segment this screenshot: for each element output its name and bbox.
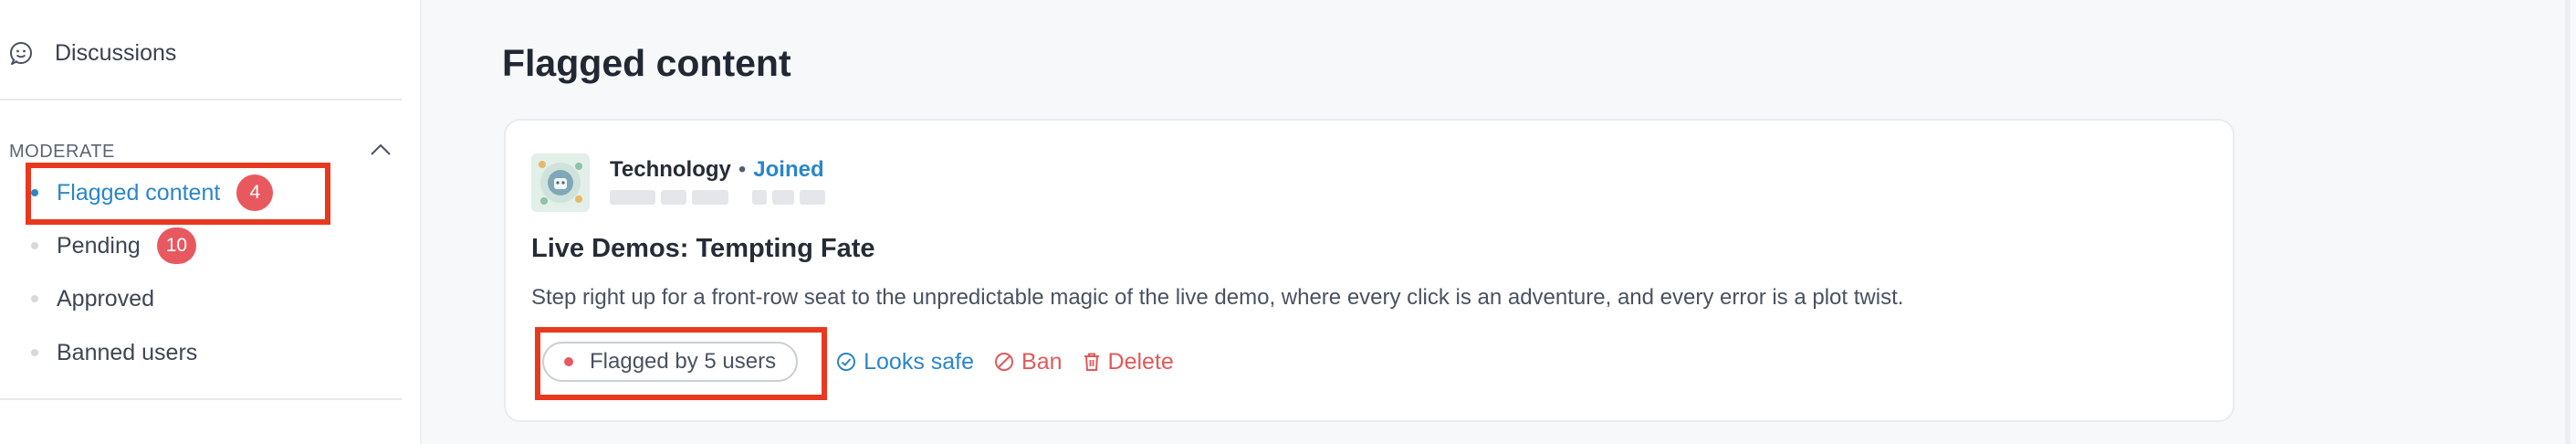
joined-status: Joined bbox=[753, 157, 824, 182]
nav-discussions[interactable]: Discussions bbox=[7, 31, 176, 75]
chat-bubble-icon bbox=[7, 39, 35, 67]
active-dot bbox=[31, 189, 38, 196]
post-body: Step right up for a front-row seat to th… bbox=[531, 285, 1904, 310]
sidebar-item-label: Banned users bbox=[57, 339, 198, 365]
moderation-actions: Flagged by 5 users Looks safe Ban Delete bbox=[542, 340, 1174, 384]
sidebar-item-label: Flagged content bbox=[57, 179, 221, 206]
ban-button[interactable]: Ban bbox=[994, 348, 1063, 375]
post-title[interactable]: Live Demos: Tempting Fate bbox=[531, 234, 875, 264]
looks-safe-button[interactable]: Looks safe bbox=[836, 349, 974, 375]
delete-button[interactable]: Delete bbox=[1083, 349, 1174, 375]
check-circle-icon bbox=[837, 353, 856, 371]
sidebar-item-approved[interactable]: Approved bbox=[31, 278, 154, 320]
ban-label: Ban bbox=[1021, 348, 1063, 375]
community-name[interactable]: Technology bbox=[610, 157, 731, 183]
chevron-up-icon[interactable] bbox=[369, 143, 393, 162]
nav-discussions-label: Discussions bbox=[55, 39, 177, 66]
delete-label: Delete bbox=[1107, 348, 1174, 375]
ban-icon bbox=[995, 353, 1014, 371]
sidebar-item-banned-users[interactable]: Banned users bbox=[31, 332, 197, 374]
flagged-post-card: Technology • Joined Live Demos: Tempting… bbox=[504, 119, 2235, 422]
moderate-section-title: MODERATE bbox=[9, 141, 115, 162]
sidebar-item-flagged-content[interactable]: Flagged content 4 bbox=[31, 172, 274, 214]
inactive-dot bbox=[31, 242, 38, 249]
flagged-by-label: Flagged by 5 users bbox=[590, 349, 777, 374]
redacted-post-meta bbox=[610, 190, 825, 205]
sidebar: Discussions MODERATE Flagged content 4 P… bbox=[0, 0, 422, 444]
community-avatar[interactable] bbox=[531, 153, 590, 212]
sidebar-item-pending[interactable]: Pending 10 bbox=[31, 225, 197, 267]
sidebar-divider bbox=[0, 99, 402, 100]
moderate-section-header[interactable]: MODERATE bbox=[9, 137, 393, 166]
flag-dot-icon bbox=[564, 357, 573, 366]
community-line: Technology • Joined bbox=[610, 157, 824, 183]
trash-icon bbox=[1084, 353, 1099, 371]
page-title: Flagged content bbox=[502, 42, 791, 84]
pending-count-badge: 10 bbox=[156, 227, 197, 264]
sidebar-item-label: Approved bbox=[57, 285, 155, 312]
sidebar-item-label: Pending bbox=[57, 232, 141, 259]
main-content: Flagged content Technology • Joined Live… bbox=[422, 0, 2576, 444]
flagged-count-badge: 4 bbox=[236, 174, 274, 211]
separator-dot: • bbox=[738, 157, 747, 182]
inactive-dot bbox=[31, 349, 38, 356]
inactive-dot bbox=[31, 295, 38, 302]
sidebar-divider bbox=[0, 398, 402, 400]
flagged-by-pill[interactable]: Flagged by 5 users bbox=[542, 342, 799, 382]
looks-safe-label: Looks safe bbox=[864, 348, 975, 375]
app-root: Discussions MODERATE Flagged content 4 P… bbox=[0, 0, 2576, 444]
vertical-scrollbar[interactable] bbox=[2565, 0, 2571, 444]
